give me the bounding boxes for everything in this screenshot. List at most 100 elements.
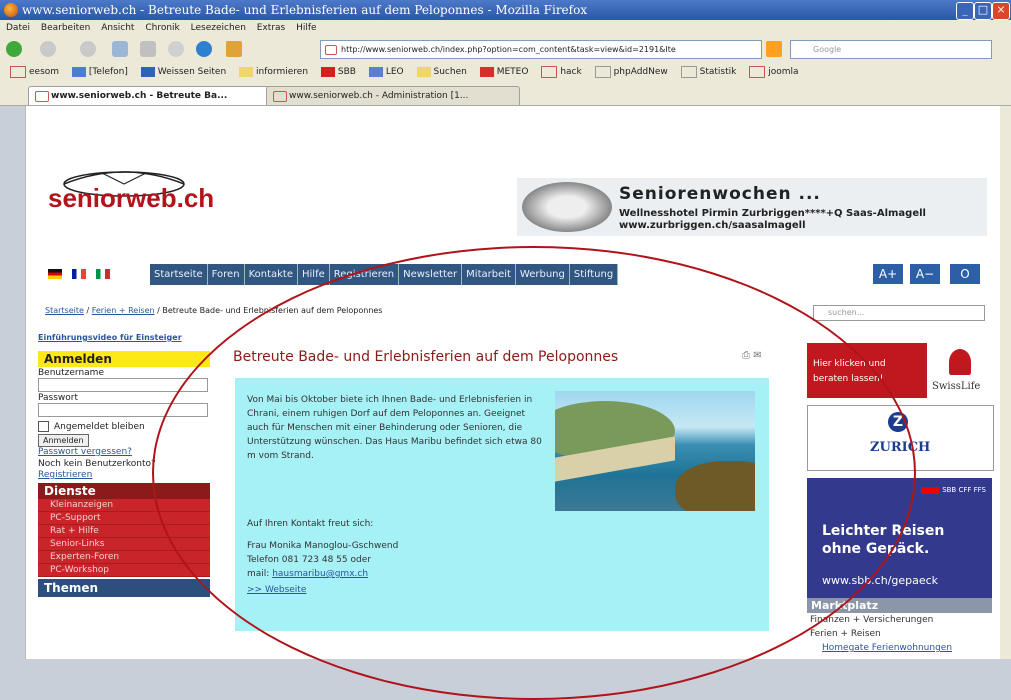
menu-lesezeichen[interactable]: Lesezeichen <box>191 20 246 36</box>
flag-it-icon[interactable] <box>96 269 110 279</box>
menu-extras[interactable]: Extras <box>257 20 285 36</box>
bookmark-item[interactable]: SBB <box>320 62 356 83</box>
nav-newsletter[interactable]: Newsletter <box>399 264 463 285</box>
font-reset-button[interactable]: O <box>950 264 980 284</box>
print-icon[interactable]: ⎙ <box>742 350 750 361</box>
article-body: Von Mai bis Oktober biete ich Ihnen Bade… <box>247 395 542 461</box>
tab-bar: www.seniorweb.ch - Betreute Ba... www.se… <box>0 83 1011 106</box>
contact-name: Frau Monika Manoglou-Gschwend <box>247 541 399 551</box>
swisslife-logo-icon <box>949 349 971 375</box>
home-icon[interactable] <box>226 41 242 57</box>
password-field[interactable] <box>38 403 208 417</box>
font-decrease-button[interactable]: A− <box>910 264 940 284</box>
flag-de-icon[interactable] <box>48 269 62 279</box>
tab-favicon <box>273 91 287 102</box>
address-bar[interactable]: http://www.seniorweb.ch/index.php?option… <box>320 40 762 59</box>
forgot-password-link[interactable]: Passwort vergessen? <box>38 447 210 458</box>
contact-phone: Telefon 081 723 48 55 oder <box>247 555 371 565</box>
register-link[interactable]: Registrieren <box>38 470 210 481</box>
dienste-item[interactable]: PC-Workshop <box>38 564 210 577</box>
breadcrumb-current: Betreute Bade- und Erlebnisferien auf de… <box>162 306 383 315</box>
banner-ad[interactable]: Seniorenwochen ... Wellnesshotel Pirmin … <box>517 178 987 236</box>
website-link[interactable]: >> Webseite <box>247 585 306 595</box>
checkbox-icon[interactable] <box>38 421 49 432</box>
refresh-icon[interactable] <box>196 41 212 57</box>
dienste-item[interactable]: Senior-Links <box>38 538 210 551</box>
bookmark-item[interactable]: Weissen Seiten <box>140 62 226 83</box>
bookmark-item[interactable]: [Telefon] <box>71 62 128 83</box>
dienste-item[interactable]: Rat + Hilfe <box>38 525 210 538</box>
username-field[interactable] <box>38 378 208 392</box>
zurich-name: ZURICH <box>870 440 931 455</box>
minimize-button[interactable]: _ <box>956 2 974 20</box>
rss-icon[interactable] <box>766 41 782 57</box>
navigation-toolbar: http://www.seniorweb.ch/index.php?option… <box>0 36 1011 63</box>
sbb-logo: SBB CFF FFS <box>921 486 986 494</box>
tutorial-video-link[interactable]: Einführungsvideo für Einsteiger <box>38 333 210 343</box>
back-icon[interactable] <box>6 41 22 57</box>
bookmark-item[interactable]: eesom <box>10 62 59 83</box>
forward-icon[interactable] <box>40 41 56 57</box>
dienste-item[interactable]: Kleinanzeigen <box>38 499 210 512</box>
tab-favicon <box>35 91 49 102</box>
remember-checkbox[interactable]: Angemeldet bleiben <box>38 421 210 432</box>
stop-icon[interactable] <box>168 41 184 57</box>
bookmark-item[interactable]: hack <box>541 62 582 83</box>
swisslife-ad[interactable]: Hier klicken und beraten lassen! SwissLif… <box>807 343 992 398</box>
site-logo[interactable]: seniorweb.ch <box>48 183 214 214</box>
article-box: Von Mai bis Oktober biete ich Ihnen Bade… <box>235 378 769 631</box>
browser-search-input[interactable]: Google <box>790 40 992 59</box>
menu-chronik[interactable]: Chronik <box>145 20 179 36</box>
breadcrumb-category[interactable]: Ferien + Reisen <box>92 306 155 315</box>
bookmark-item[interactable]: LEO <box>368 62 404 83</box>
swisslife-name: SwissLife <box>932 381 981 392</box>
font-increase-button[interactable]: A+ <box>873 264 903 284</box>
email-icon[interactable]: ✉ <box>753 350 761 361</box>
menu-datei[interactable]: Datei <box>6 20 30 36</box>
nav-startseite[interactable]: Startseite <box>150 264 208 285</box>
menu-bar: Datei Bearbeiten Ansicht Chronik Lesezei… <box>0 20 1011 36</box>
beach-photo <box>555 391 755 511</box>
menu-ansicht[interactable]: Ansicht <box>101 20 134 36</box>
dienste-item[interactable]: Experten-Foren <box>38 551 210 564</box>
breadcrumb-home[interactable]: Startseite <box>45 306 84 315</box>
bookmark-item[interactable]: METEO <box>479 62 528 83</box>
markt-item[interactable]: Finanzen + Versicherungen <box>810 615 933 625</box>
no-account-text: Noch kein Benutzerkonto? <box>38 459 156 469</box>
contact-block: Auf Ihren Kontakt freut sich: Frau Monik… <box>247 517 547 597</box>
nav-hilfe[interactable]: Hilfe <box>298 264 330 285</box>
maximize-button[interactable]: □ <box>974 2 992 20</box>
dienste-item[interactable]: PC-Support <box>38 512 210 525</box>
bookmark-item[interactable]: joomla <box>749 62 799 83</box>
sbb-ad[interactable]: SBB CFF FFS Leichter Reisen ohne Gepäck. … <box>807 478 992 598</box>
print-icon[interactable] <box>140 41 156 57</box>
close-button[interactable]: × <box>992 2 1010 20</box>
bookmark-folder[interactable]: Suchen <box>416 62 467 83</box>
scrollbar[interactable] <box>1000 106 1011 659</box>
flag-fr-icon[interactable] <box>72 269 86 279</box>
bookmark-item[interactable]: phpAddNew <box>594 62 668 83</box>
nav-mitarbeit[interactable]: Mitarbeit <box>462 264 516 285</box>
login-button[interactable]: Anmelden <box>38 434 89 447</box>
nav-registrieren[interactable]: Registrieren <box>329 264 400 285</box>
banner-heading: Seniorenwochen ... <box>619 184 821 204</box>
nav-kontakte[interactable]: Kontakte <box>244 264 298 285</box>
menu-hilfe[interactable]: Hilfe <box>296 20 316 36</box>
menu-bearbeiten[interactable]: Bearbeiten <box>41 20 90 36</box>
dienste-heading: Dienste <box>38 483 210 499</box>
tab-administration[interactable]: www.seniorweb.ch - Administration [1... <box>266 86 520 105</box>
sbb-line2: ohne Gepäck. <box>822 541 930 557</box>
nav-foren[interactable]: Foren <box>207 264 245 285</box>
tab-active[interactable]: www.seniorweb.ch - Betreute Ba... <box>28 86 282 105</box>
markt-item[interactable]: Ferien + Reisen <box>810 629 881 639</box>
bookmark-folder[interactable]: informieren <box>239 62 308 83</box>
nav-werbung[interactable]: Werbung <box>515 264 570 285</box>
nav-stiftung[interactable]: Stiftung <box>569 264 619 285</box>
email-link[interactable]: hausmaribu@gmx.ch <box>272 569 368 579</box>
site-search-input[interactable]: suchen... <box>813 305 985 321</box>
bookmarks-icon[interactable] <box>112 41 128 57</box>
bookmark-item[interactable]: Statistik <box>680 62 736 83</box>
reload-icon[interactable] <box>80 41 96 57</box>
markt-item[interactable]: Homegate Ferienwohnungen <box>822 643 952 653</box>
zurich-ad[interactable]: Z ZURICH <box>807 405 994 471</box>
